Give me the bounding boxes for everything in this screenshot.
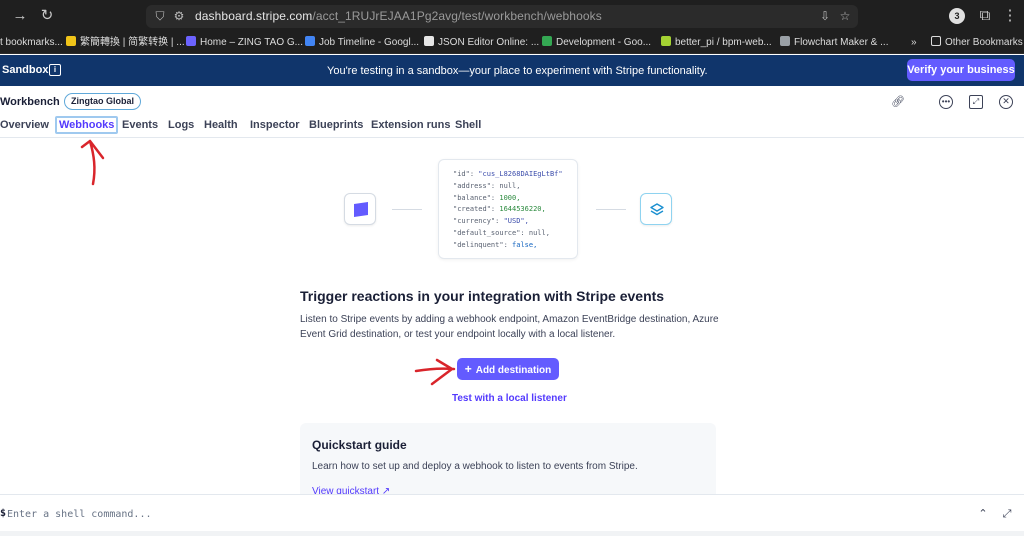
annotation-overlay [80,139,456,386]
annotation-arrow-right [414,358,456,386]
annotation-arrow-up [80,139,105,186]
